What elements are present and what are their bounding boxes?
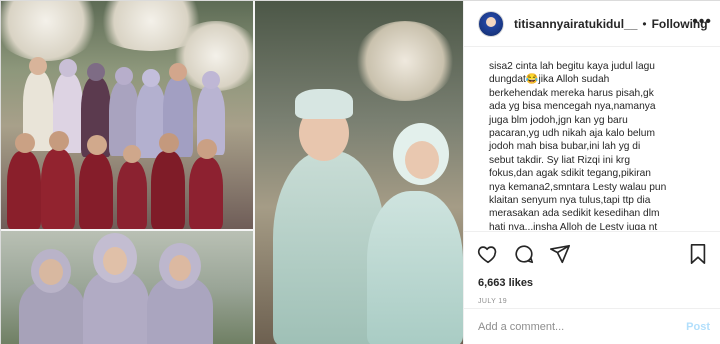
post-image-collage[interactable] bbox=[1, 1, 463, 344]
person-head bbox=[197, 139, 217, 159]
action-icons bbox=[476, 242, 584, 266]
username-link[interactable]: titisannyairatukidul__ bbox=[514, 17, 637, 31]
person-figure bbox=[117, 161, 147, 229]
person-head bbox=[87, 63, 105, 81]
person-head bbox=[87, 135, 107, 155]
likes-count[interactable]: 6,663 likes bbox=[478, 277, 533, 289]
person-face bbox=[169, 255, 191, 281]
person-head bbox=[15, 133, 35, 153]
groom-headdress bbox=[295, 89, 353, 119]
person-head bbox=[115, 67, 133, 85]
bride-face bbox=[405, 141, 439, 179]
share-icon[interactable] bbox=[548, 242, 572, 266]
person-head bbox=[202, 71, 220, 89]
header-separator: • bbox=[642, 16, 647, 31]
comment-input[interactable] bbox=[478, 321, 687, 333]
photo-wedding-couple bbox=[255, 1, 463, 344]
person-head bbox=[29, 57, 47, 75]
person-head bbox=[59, 59, 77, 77]
more-options-icon[interactable]: ••• bbox=[692, 14, 712, 30]
post-button[interactable]: Post bbox=[686, 321, 710, 333]
person-figure bbox=[189, 157, 223, 229]
person-figure bbox=[151, 151, 185, 229]
person-head bbox=[49, 131, 69, 151]
comments-section[interactable]: sisa2 cinta lah begitu kaya judul lagu d… bbox=[464, 48, 720, 230]
avatar[interactable] bbox=[478, 10, 504, 37]
bride-figure bbox=[367, 191, 463, 344]
photo-three-women bbox=[1, 231, 253, 344]
person-head bbox=[159, 133, 179, 153]
person-head bbox=[123, 145, 141, 163]
post-caption: sisa2 cinta lah begitu kaya judul lagu d… bbox=[489, 61, 667, 230]
post-header: titisannyairatukidul__ • Following ••• bbox=[464, 1, 720, 47]
heart-icon[interactable] bbox=[476, 242, 500, 266]
instagram-post-frame: titisannyairatukidul__ • Following ••• s… bbox=[0, 0, 720, 344]
post-date[interactable]: JULY 19 bbox=[478, 298, 507, 305]
person-head bbox=[142, 69, 160, 87]
person-figure bbox=[7, 151, 41, 229]
flower-decoration bbox=[355, 21, 455, 101]
person-face bbox=[39, 259, 63, 285]
person-head bbox=[169, 63, 187, 81]
bookmark-icon[interactable] bbox=[686, 242, 710, 266]
photo-family-group bbox=[1, 1, 253, 229]
comment-icon[interactable] bbox=[512, 242, 536, 266]
flower-decoration bbox=[1, 1, 101, 61]
person-figure bbox=[41, 149, 75, 229]
person-face bbox=[103, 247, 127, 275]
person-figure bbox=[79, 153, 113, 229]
comment-composer: Post bbox=[464, 308, 720, 344]
post-sidebar: titisannyairatukidul__ • Following ••• s… bbox=[463, 1, 720, 344]
